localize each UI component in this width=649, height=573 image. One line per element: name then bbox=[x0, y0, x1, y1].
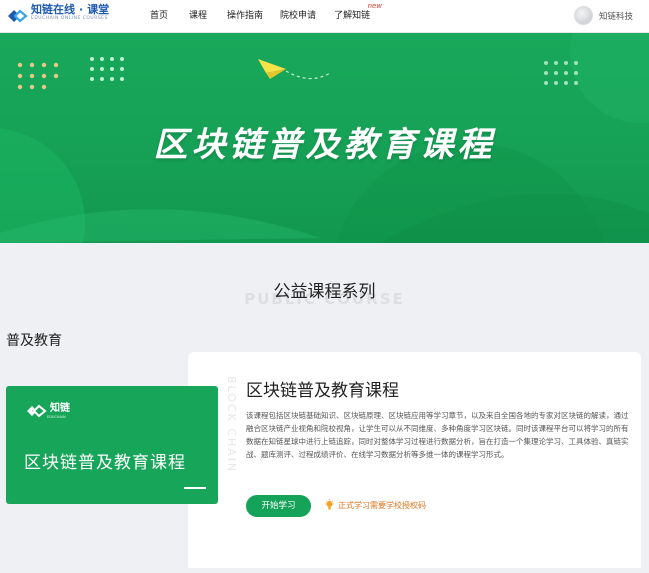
logo-icon bbox=[8, 9, 28, 23]
cover-logo-text: 知链 bbox=[50, 402, 70, 414]
nav-courses[interactable]: 课程 bbox=[189, 0, 207, 33]
course-cover[interactable]: 知链 EDUCHAIN 区块链普及教育课程 bbox=[6, 386, 218, 504]
top-header: 知链在线 · 课堂 EDUCHAIN ONLINE COURSES 首页 课程 … bbox=[0, 0, 649, 33]
nav-home[interactable]: 首页 bbox=[150, 0, 168, 33]
logo-dot: · bbox=[79, 3, 84, 16]
nav-about[interactable]: 了解知链 new bbox=[334, 0, 382, 33]
course-description: 该课程包括区块链基础知识、区块链原理、区块链应用等学习章节，以及来自全国各地的专… bbox=[246, 411, 629, 459]
cover-divider bbox=[184, 487, 206, 489]
dot-grid-icon bbox=[17, 62, 59, 90]
section-title: 公益课程系列 bbox=[273, 282, 376, 302]
user-name: 知链科技 bbox=[598, 11, 633, 22]
avatar[interactable] bbox=[573, 6, 593, 25]
logo-subtitle: EDUCHAIN ONLINE COURSES bbox=[31, 16, 108, 21]
auth-note-text: 正式学习需要学校授权码 bbox=[338, 500, 426, 510]
user-menu[interactable]: 知链科技 bbox=[573, 6, 633, 25]
new-badge: new bbox=[367, 2, 383, 10]
auth-note: 正式学习需要学校授权码 bbox=[324, 499, 426, 511]
main-nav: 首页 课程 操作指南 院校申请 了解知链 new bbox=[150, 0, 382, 33]
hero-banner: 区块链普及教育课程 bbox=[0, 33, 649, 243]
course-title[interactable]: 区块链普及教育课程 bbox=[246, 376, 399, 401]
start-learning-button[interactable]: 开始学习 bbox=[246, 495, 311, 517]
banner-title: 区块链普及教育课程 bbox=[153, 125, 496, 165]
logo-icon bbox=[27, 404, 47, 418]
lightbulb-icon bbox=[325, 499, 334, 510]
paper-plane-icon bbox=[258, 59, 331, 80]
nav-guide[interactable]: 操作指南 bbox=[227, 0, 263, 33]
category-label: 普及教育 bbox=[6, 333, 62, 349]
logo-tail-text: 课堂 bbox=[87, 3, 110, 16]
card-watermark-text: BLOCK CHAIN bbox=[225, 376, 238, 474]
nav-school-apply[interactable]: 院校申请 bbox=[280, 0, 316, 33]
logo-main-text: 知链在线 bbox=[31, 3, 75, 16]
cover-title: 区块链普及教育课程 bbox=[24, 453, 186, 473]
site-logo[interactable]: 知链在线 · 课堂 EDUCHAIN ONLINE COURSES bbox=[6, 4, 109, 30]
cover-logo-subtitle: EDUCHAIN bbox=[47, 414, 66, 419]
cover-logo: 知链 EDUCHAIN bbox=[25, 402, 70, 420]
